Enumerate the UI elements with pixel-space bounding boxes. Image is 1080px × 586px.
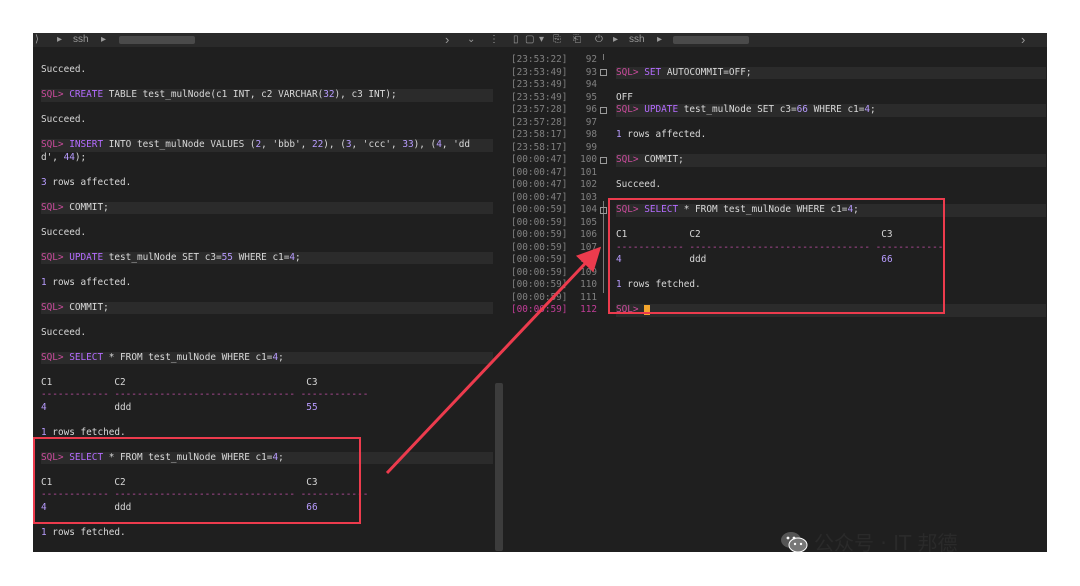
screenshot: ⟩ ▸ ssh ▸ › ⌄ ⋮ Succeed. SQL> CREATE TABL… <box>33 33 1047 552</box>
annotation-arrow <box>385 246 602 475</box>
watermark-text: 公众号 · IT 邦德 <box>814 531 958 555</box>
watermark: 公众号 · IT 邦德 <box>780 527 958 559</box>
wechat-icon <box>780 530 808 559</box>
